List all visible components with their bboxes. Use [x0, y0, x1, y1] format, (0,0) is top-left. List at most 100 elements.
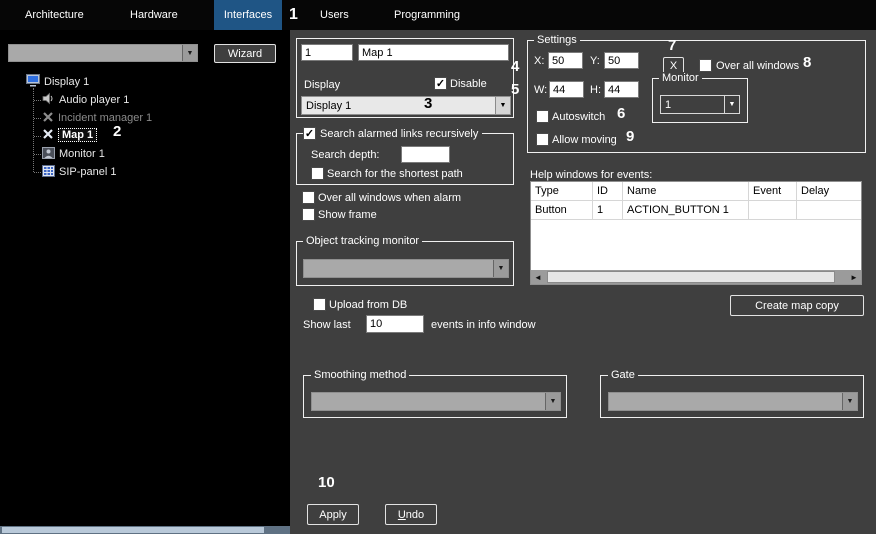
tab-architecture[interactable]: Architecture [21, 0, 88, 30]
tree-item-display[interactable]: Display 1 [26, 74, 89, 90]
search-group-caption: ✓ Search alarmed links recursively [303, 127, 482, 140]
scrollbar-thumb[interactable] [2, 527, 264, 533]
table-hscrollbar[interactable]: ◄ ► [531, 270, 861, 284]
tree-item-audio-player[interactable]: Audio player 1 [42, 92, 129, 108]
sidebar-hscrollbar[interactable] [0, 526, 290, 534]
autoswitch-checkbox[interactable] [536, 110, 549, 123]
chevron-down-icon: ▼ [724, 96, 739, 113]
chevron-down-icon: ▼ [493, 260, 508, 277]
annotation-1: 1 [289, 6, 298, 24]
annotation-9: 9 [626, 128, 634, 145]
tree-item-label: Map 1 [58, 128, 97, 142]
annotation-7: 7 [668, 37, 676, 54]
object-id-input[interactable] [301, 44, 353, 61]
tree-item-label: Display 1 [44, 76, 89, 88]
chevron-down-icon: ▼ [495, 97, 510, 114]
help-windows-title: Help windows for events: [530, 169, 652, 181]
undo-accelerator: U [398, 509, 406, 521]
table-cell-name: ACTION_BUTTON 1 [623, 201, 749, 219]
column-header-id[interactable]: ID [593, 182, 623, 200]
top-nav: Architecture Hardware Interfaces Users P… [0, 0, 876, 30]
autoswitch-label: Autoswitch [552, 111, 605, 123]
table-header-row: Type ID Name Event Delay [531, 182, 861, 201]
tree-item-monitor[interactable]: Monitor 1 [42, 146, 105, 162]
tree-guide-line [34, 118, 41, 119]
over-all-alarm-checkbox[interactable] [302, 191, 315, 204]
wizard-button[interactable]: Wizard [214, 44, 276, 63]
annotation-6: 6 [617, 105, 625, 122]
table-cell-event [749, 201, 797, 219]
gate-group-title: Gate [608, 369, 638, 382]
object-filter-select[interactable]: ▼ [8, 44, 198, 62]
tracking-group-title: Object tracking monitor [303, 235, 422, 248]
tab-programming[interactable]: Programming [390, 0, 464, 30]
tree-item-incident-manager[interactable]: Incident manager 1 [42, 110, 152, 126]
tree-item-map[interactable]: Map 1 [42, 127, 97, 143]
allow-moving-checkbox[interactable] [536, 133, 549, 146]
tree-guide-line [34, 154, 41, 155]
apply-button[interactable]: Apply [307, 504, 359, 525]
tree-item-label: Audio player 1 [59, 94, 129, 106]
monitor-select[interactable]: 1 ▼ [660, 95, 740, 114]
annotation-2: 2 [113, 123, 121, 140]
search-group: ✓ Search alarmed links recursively Searc… [296, 133, 514, 185]
tree-guide-line [34, 136, 41, 137]
scrollbar-thumb[interactable] [547, 271, 835, 283]
gate-select[interactable]: ▼ [608, 392, 858, 411]
column-header-name[interactable]: Name [623, 182, 749, 200]
table-cell-id: 1 [593, 201, 623, 219]
column-header-type[interactable]: Type [531, 182, 593, 200]
h-input[interactable] [604, 81, 639, 98]
w-input[interactable] [549, 81, 584, 98]
upload-db-checkbox[interactable] [313, 298, 326, 311]
show-frame-checkbox[interactable] [302, 208, 315, 221]
tab-hardware[interactable]: Hardware [126, 0, 182, 30]
annotation-3: 3 [424, 95, 432, 112]
over-all-windows-checkbox[interactable] [699, 59, 712, 72]
tree-item-label: Incident manager 1 [58, 112, 152, 124]
show-last-input[interactable] [366, 315, 424, 333]
app-window: Architecture Hardware Interfaces Users P… [0, 0, 876, 534]
display-select[interactable]: Display 1 ▼ [301, 96, 511, 115]
tree-item-label: Monitor 1 [59, 148, 105, 160]
show-last-label: Show last [303, 319, 351, 331]
undo-button[interactable]: Undo [385, 504, 437, 525]
column-header-delay[interactable]: Delay [797, 182, 861, 200]
monitor-icon [42, 147, 55, 162]
tab-users[interactable]: Users [316, 0, 353, 30]
shortest-path-checkbox[interactable] [311, 167, 324, 180]
column-header-event[interactable]: Event [749, 182, 797, 200]
tree-guide-line [34, 172, 41, 173]
tracking-group: Object tracking monitor ▼ [296, 241, 514, 286]
scroll-right-icon[interactable]: ► [847, 270, 861, 284]
scroll-left-icon[interactable]: ◄ [531, 270, 545, 284]
search-recursive-checkbox[interactable]: ✓ [303, 127, 316, 140]
shortest-path-label: Search for the shortest path [327, 168, 463, 180]
w-label: W: [534, 84, 547, 96]
monitor-group: Monitor 1 ▼ [652, 78, 748, 123]
table-cell-type: Button [531, 201, 593, 219]
settings-group: Settings X: Y: X Over all windows W: H: … [527, 40, 866, 153]
y-input[interactable] [604, 52, 639, 69]
search-depth-label: Search depth: [311, 149, 380, 161]
table-cell-delay [797, 201, 861, 219]
disable-checkbox[interactable]: ✓ [434, 77, 447, 90]
tree-guide-line [34, 100, 41, 101]
table-row[interactable]: Button 1 ACTION_BUTTON 1 [531, 201, 861, 220]
x-input[interactable] [548, 52, 583, 69]
upload-db-label: Upload from DB [329, 299, 407, 311]
identity-group: Display ✓ Disable Display 1 ▼ [296, 38, 514, 118]
allow-moving-label: Allow moving [552, 134, 617, 146]
tree-item-label: SIP-panel 1 [59, 166, 116, 178]
create-map-copy-button[interactable]: Create map copy [730, 295, 864, 316]
tracking-select[interactable]: ▼ [303, 259, 509, 278]
smoothing-select[interactable]: ▼ [311, 392, 561, 411]
settings-group-title: Settings [534, 34, 580, 47]
tree-item-sip-panel[interactable]: SIP-panel 1 [42, 164, 116, 180]
search-depth-input[interactable] [401, 146, 450, 163]
smoothing-group-title: Smoothing method [311, 369, 409, 382]
search-recursive-label: Search alarmed links recursively [320, 128, 478, 140]
h-label: H: [590, 84, 601, 96]
tab-interfaces[interactable]: Interfaces [214, 0, 282, 30]
object-name-input[interactable] [358, 44, 509, 61]
